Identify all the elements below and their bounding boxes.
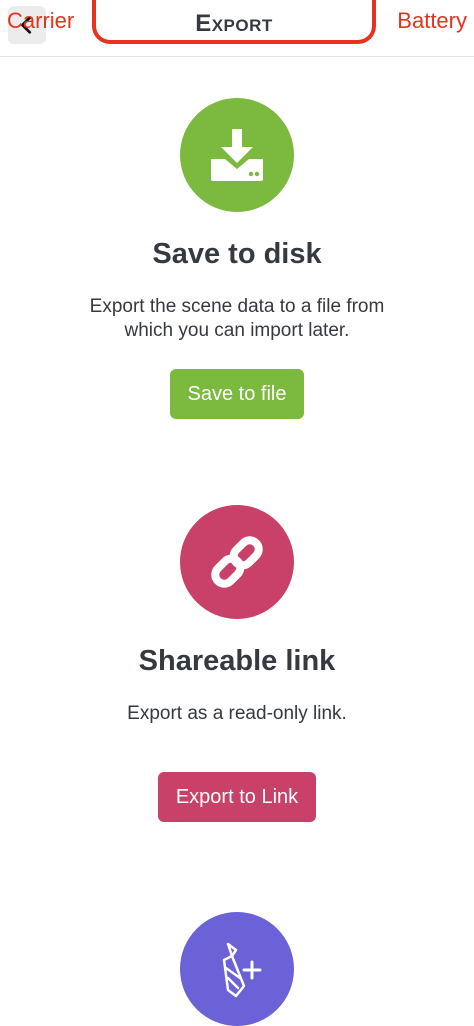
save-to-file-button[interactable]: Save to file	[169, 369, 305, 419]
export-to-link-button[interactable]: Export to Link	[157, 772, 317, 822]
save-disk-circle	[180, 98, 294, 212]
carrier-label: Carrier	[7, 8, 75, 33]
notch-frame: Export	[92, 0, 376, 44]
third-export-section	[0, 912, 474, 1026]
battery-label: Battery	[397, 8, 467, 33]
download-disk-icon	[211, 129, 263, 181]
save-to-disk-section: Save to disk Export the scene data to a …	[0, 98, 474, 419]
section-description: Export as a read-only link.	[127, 703, 347, 724]
header-bar: Carrier Export Battery	[0, 0, 474, 57]
section-title: Save to disk	[152, 238, 322, 270]
link-icon	[211, 536, 263, 588]
link-circle	[180, 505, 294, 619]
section-title: Shareable link	[138, 645, 336, 677]
shareable-link-section: Shareable link Export as a read-only lin…	[0, 505, 474, 822]
section-description: Export the scene data to a file from whi…	[89, 296, 385, 341]
tie-circle	[180, 912, 294, 1026]
page-title: Export	[195, 10, 273, 37]
tie-plus-icon	[222, 942, 262, 998]
export-screen: Carrier Export Battery Save to disk Expo…	[0, 0, 474, 1026]
